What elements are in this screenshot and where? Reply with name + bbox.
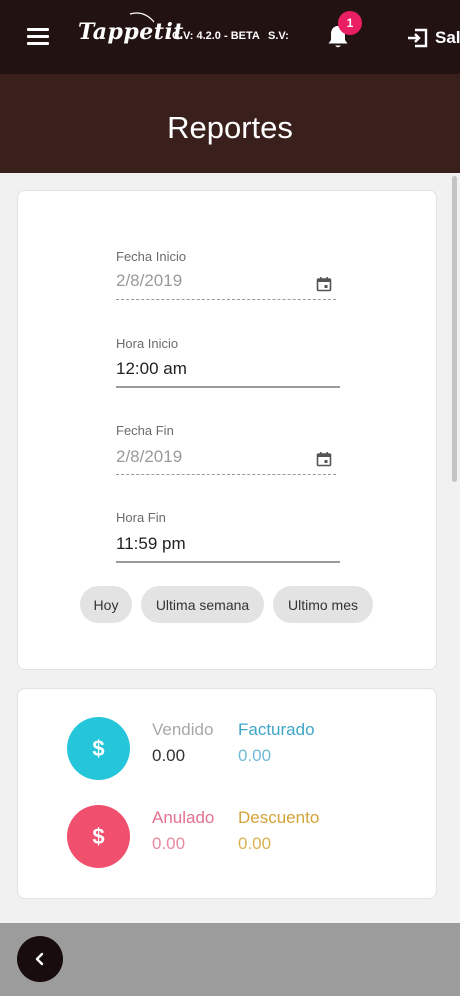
fecha-fin-label: Fecha Fin <box>116 423 174 438</box>
menu-icon[interactable] <box>27 28 49 46</box>
hora-inicio-value[interactable]: 12:00 am <box>116 359 187 379</box>
descuento-value: 0.00 <box>238 834 272 853</box>
dollar-icon: $ <box>67 805 130 868</box>
chip-ultima-semana[interactable]: Ultima semana <box>141 586 264 623</box>
exit-button[interactable]: Salir <box>435 28 460 48</box>
server-version: S.V: <box>268 30 289 42</box>
hora-fin-label: Hora Fin <box>116 510 166 525</box>
anulado-label: Anulado <box>152 808 215 827</box>
totals-card <box>17 688 437 899</box>
facturado-label: Facturado <box>238 720 315 739</box>
chip-ultimo-mes[interactable]: Ultimo mes <box>273 586 373 623</box>
facturado-value: 0.00 <box>238 746 272 765</box>
back-button[interactable] <box>17 936 63 982</box>
fecha-inicio-underline <box>116 299 336 300</box>
client-version: C.V: 4.2.0 - BETA <box>172 30 260 42</box>
hora-inicio-underline <box>116 386 340 388</box>
chip-hoy[interactable]: Hoy <box>80 586 132 623</box>
anulado-value: 0.00 <box>152 834 186 853</box>
descuento-label: Descuento <box>238 808 320 827</box>
fecha-fin-underline <box>116 474 336 475</box>
fecha-inicio-label: Fecha Inicio <box>116 249 187 264</box>
logo-swoosh-icon <box>129 12 155 23</box>
scrollbar-thumb[interactable] <box>452 176 457 482</box>
hora-fin-value[interactable]: 11:59 pm <box>116 534 186 554</box>
top-app-bar: Tappetit C.V: 4.2.0 - BETA S.V: 1 Salir <box>0 0 460 74</box>
page-title: Reportes <box>167 110 293 145</box>
calendar-icon[interactable] <box>316 451 332 467</box>
vendido-label: Vendido <box>152 720 214 739</box>
fecha-inicio-value[interactable]: 2/8/2019 <box>116 271 182 291</box>
bottom-bar <box>0 923 460 996</box>
dollar-icon: $ <box>67 717 130 780</box>
hora-inicio-label: Hora Inicio <box>116 336 179 351</box>
notification-badge: 1 <box>338 11 362 35</box>
fecha-fin-value[interactable]: 2/8/2019 <box>116 447 182 467</box>
chevron-left-icon <box>35 952 44 966</box>
vendido-value: 0.00 <box>152 746 186 765</box>
hora-fin-underline <box>116 561 340 563</box>
exit-icon[interactable] <box>405 26 429 50</box>
calendar-icon[interactable] <box>316 276 332 292</box>
